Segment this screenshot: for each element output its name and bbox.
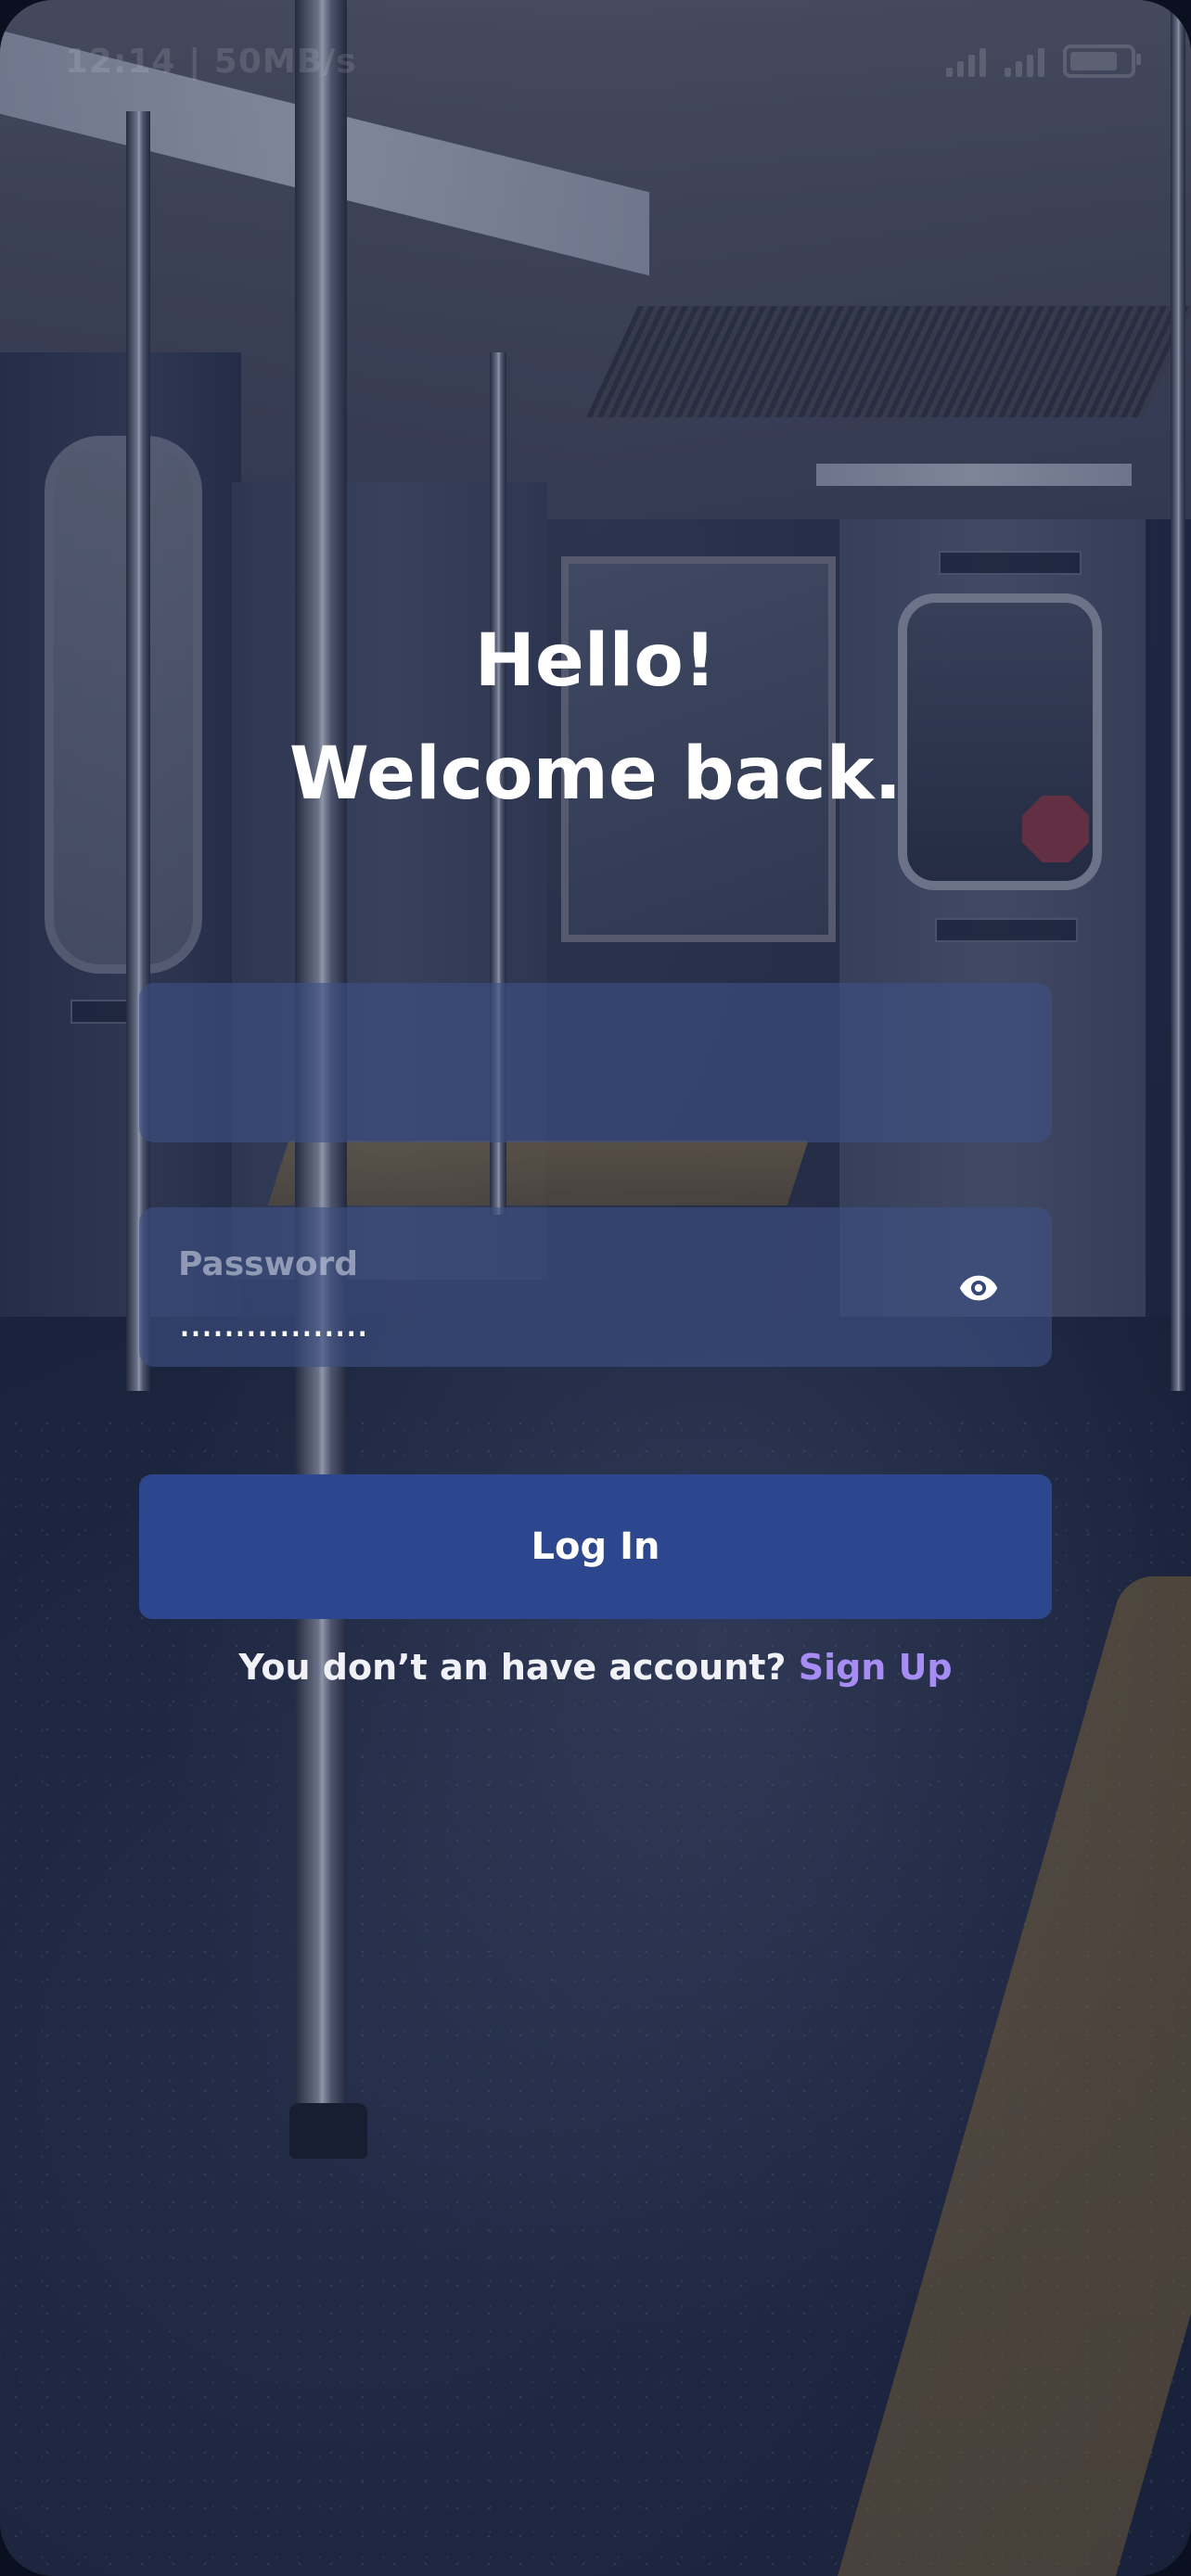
battery-icon: [1063, 45, 1141, 78]
password-masked-value[interactable]: .................: [178, 1300, 369, 1346]
status-bar: 12:14 | 50MB/s: [65, 33, 1141, 89]
status-time: 12:14 | 50MB/s: [65, 42, 357, 81]
welcome-title: Welcome back.: [288, 733, 903, 816]
password-field[interactable]: Password .................: [139, 1207, 1052, 1367]
username-field[interactable]: [139, 983, 1052, 1144]
signup-row: You don’t an have account? Sign Up: [0, 1647, 1191, 1688]
login-screen: 12:14 | 50MB/s Hello! Welcome back. Pass…: [0, 0, 1191, 2576]
username-input[interactable]: [176, 983, 922, 1144]
signup-link[interactable]: Sign Up: [799, 1647, 953, 1688]
signal-icon: [1005, 45, 1044, 77]
eye-icon[interactable]: [957, 1267, 1000, 1309]
password-label: Password: [178, 1245, 359, 1283]
status-icons: [946, 45, 1141, 78]
login-button[interactable]: Log In: [139, 1474, 1052, 1619]
greeting-title: Hello!: [474, 619, 717, 703]
signal-icon: [946, 45, 986, 77]
signup-prompt: You don’t an have account?: [238, 1647, 787, 1688]
